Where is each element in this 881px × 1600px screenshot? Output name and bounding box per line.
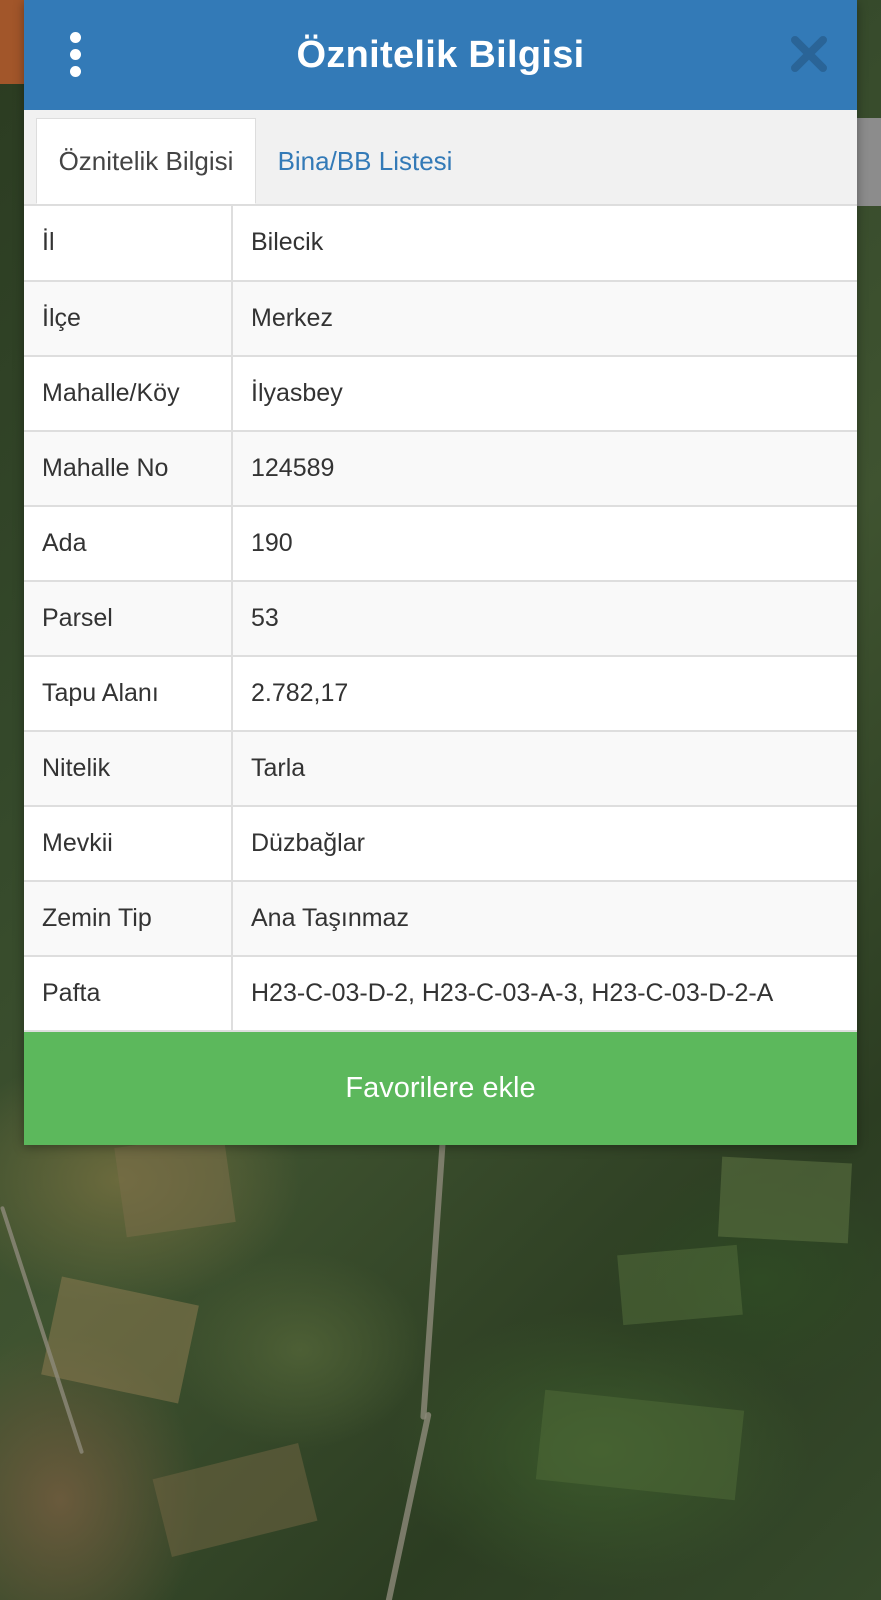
table-row: İlçe Merkez	[24, 279, 857, 356]
attribute-key: Tapu Alanı	[24, 654, 233, 731]
attribute-value: 190	[232, 504, 857, 581]
attribute-key: İl	[24, 205, 233, 281]
close-icon[interactable]	[789, 34, 829, 74]
attribute-key: Pafta	[24, 954, 233, 1032]
attribute-key: Nitelik	[24, 729, 233, 806]
attribute-key: Parsel	[24, 579, 233, 656]
attribute-value: H23-C-03-D-2, H23-C-03-A-3, H23-C-03-D-2…	[232, 954, 857, 1032]
attribute-value: Ana Taşınmaz	[232, 879, 857, 956]
table-row: Ada 190	[24, 504, 857, 581]
map-field	[41, 1276, 199, 1404]
attribute-key: Ada	[24, 504, 233, 581]
table-row: Tapu Alanı 2.782,17	[24, 654, 857, 731]
attribute-value: 124589	[232, 429, 857, 506]
attribute-value: 2.782,17	[232, 654, 857, 731]
attribute-value: Düzbağlar	[232, 804, 857, 881]
map-field	[717, 1156, 853, 1244]
attribute-value: Bilecik	[232, 205, 857, 281]
attribute-value: Merkez	[232, 279, 857, 356]
tab-bar: Öznitelik Bilgisi Bina/BB Listesi	[24, 110, 857, 205]
map-edge-tile	[857, 118, 881, 206]
attribute-value: 53	[232, 579, 857, 656]
tab-attribute-info[interactable]: Öznitelik Bilgisi	[36, 118, 256, 204]
table-row: İl Bilecik	[24, 205, 857, 281]
map-road	[420, 1140, 446, 1420]
table-row: Mevkii Düzbağlar	[24, 804, 857, 881]
map-field	[535, 1389, 745, 1501]
table-row: Nitelik Tarla	[24, 729, 857, 806]
table-row: Mahalle No 124589	[24, 429, 857, 506]
table-row: Zemin Tip Ana Taşınmaz	[24, 879, 857, 956]
attribute-info-dialog: Öznitelik Bilgisi Öznitelik Bilgisi Bina…	[24, 0, 857, 1145]
attribute-key: Mahalle/Köy	[24, 354, 233, 431]
attribute-key: Mahalle No	[24, 429, 233, 506]
map-field	[114, 1132, 236, 1238]
map-road	[384, 1411, 432, 1600]
attribute-key: İlçe	[24, 279, 233, 356]
attribute-value: Tarla	[232, 729, 857, 806]
attribute-key: Mevkii	[24, 804, 233, 881]
table-row: Pafta H23-C-03-D-2, H23-C-03-A-3, H23-C-…	[24, 954, 857, 1032]
map-field	[617, 1244, 743, 1326]
map-field	[152, 1443, 318, 1557]
add-to-favorites-button[interactable]: Favorilere ekle	[24, 1031, 857, 1145]
table-row: Parsel 53	[24, 579, 857, 656]
attribute-key: Zemin Tip	[24, 879, 233, 956]
tab-building-list[interactable]: Bina/BB Listesi	[260, 118, 470, 204]
dialog-title: Öznitelik Bilgisi	[296, 33, 585, 76]
attribute-value: İlyasbey	[232, 354, 857, 431]
table-row: Mahalle/Köy İlyasbey	[24, 354, 857, 431]
attribute-table: İl Bilecik İlçe Merkez Mahalle/Köy İlyas…	[24, 205, 857, 1032]
map-corner-tile	[0, 0, 24, 84]
dialog-header: Öznitelik Bilgisi	[24, 0, 857, 110]
more-vertical-icon[interactable]	[54, 30, 98, 80]
